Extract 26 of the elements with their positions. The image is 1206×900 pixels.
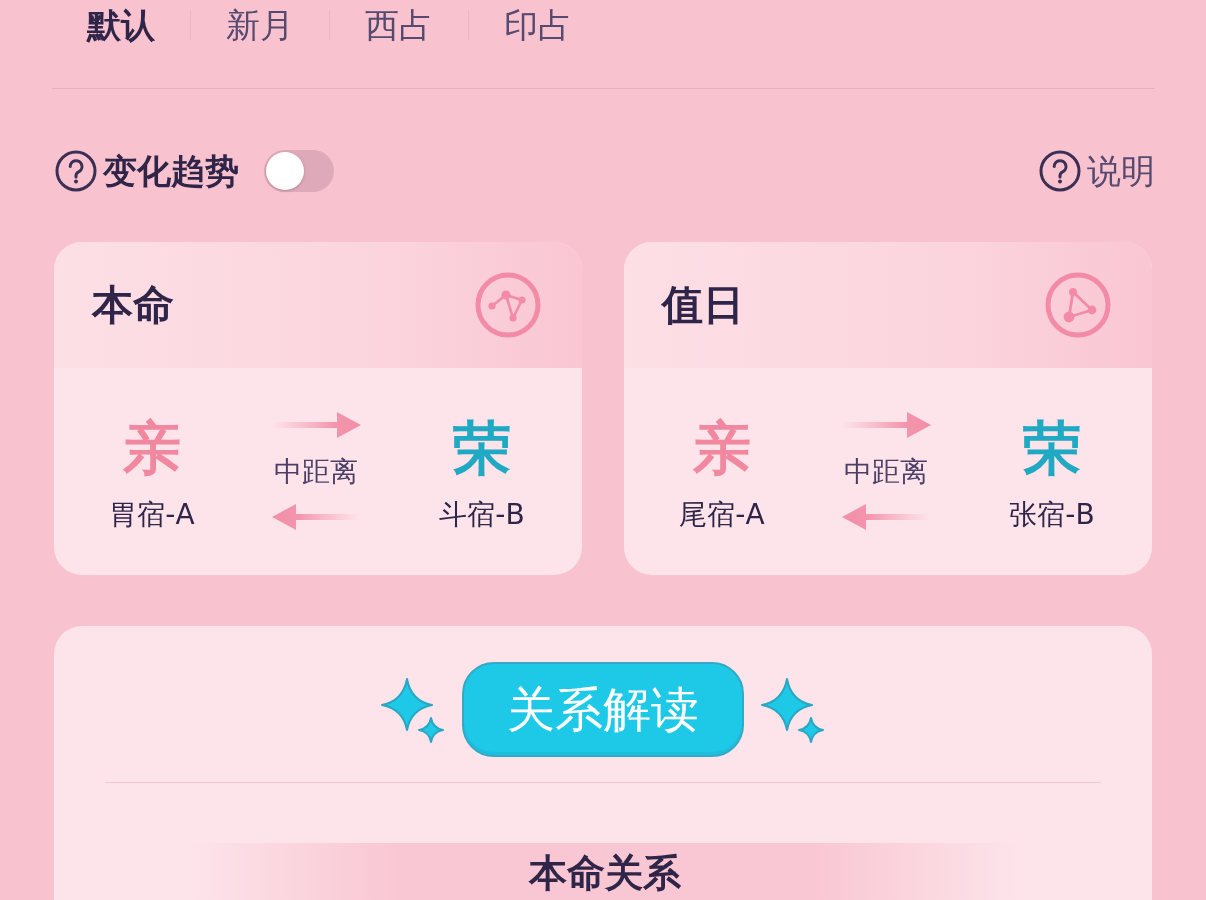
relation-label: 荣 <box>453 416 511 480</box>
mansion-name: 张宿-B <box>1009 499 1095 531</box>
tab[interactable]: 西占 <box>330 0 468 50</box>
section-title: 本命关系 <box>529 850 681 896</box>
mansion-name: 斗宿-B <box>439 499 525 531</box>
tab[interactable]: 新月 <box>191 0 329 50</box>
help-link[interactable]: 说明 <box>1039 149 1155 193</box>
tab[interactable]: 默认 <box>52 0 190 50</box>
help-icon[interactable] <box>1039 150 1081 192</box>
tab[interactable]: 印占 <box>469 0 607 50</box>
trend-label: 变化趋势 <box>103 150 239 193</box>
constellation-icon[interactable] <box>475 272 541 338</box>
sparkle-icon <box>761 676 825 743</box>
distance-label: 中距离 <box>844 456 928 488</box>
card-title: 本命 <box>92 280 174 330</box>
relation-label: 亲 <box>693 416 751 480</box>
distance-label: 中距离 <box>274 456 358 488</box>
mansion-name: 尾宿-A <box>679 499 765 531</box>
sparkle-icon <box>381 676 445 743</box>
relation-label: 亲 <box>123 416 181 480</box>
card-title: 值日 <box>662 280 744 330</box>
relation-label: 荣 <box>1023 416 1081 480</box>
triangle-nodes-icon[interactable] <box>1045 272 1111 338</box>
mansion-name: 胃宿-A <box>109 499 195 531</box>
help-icon[interactable] <box>55 150 97 192</box>
toggle-switch[interactable] <box>264 150 334 192</box>
